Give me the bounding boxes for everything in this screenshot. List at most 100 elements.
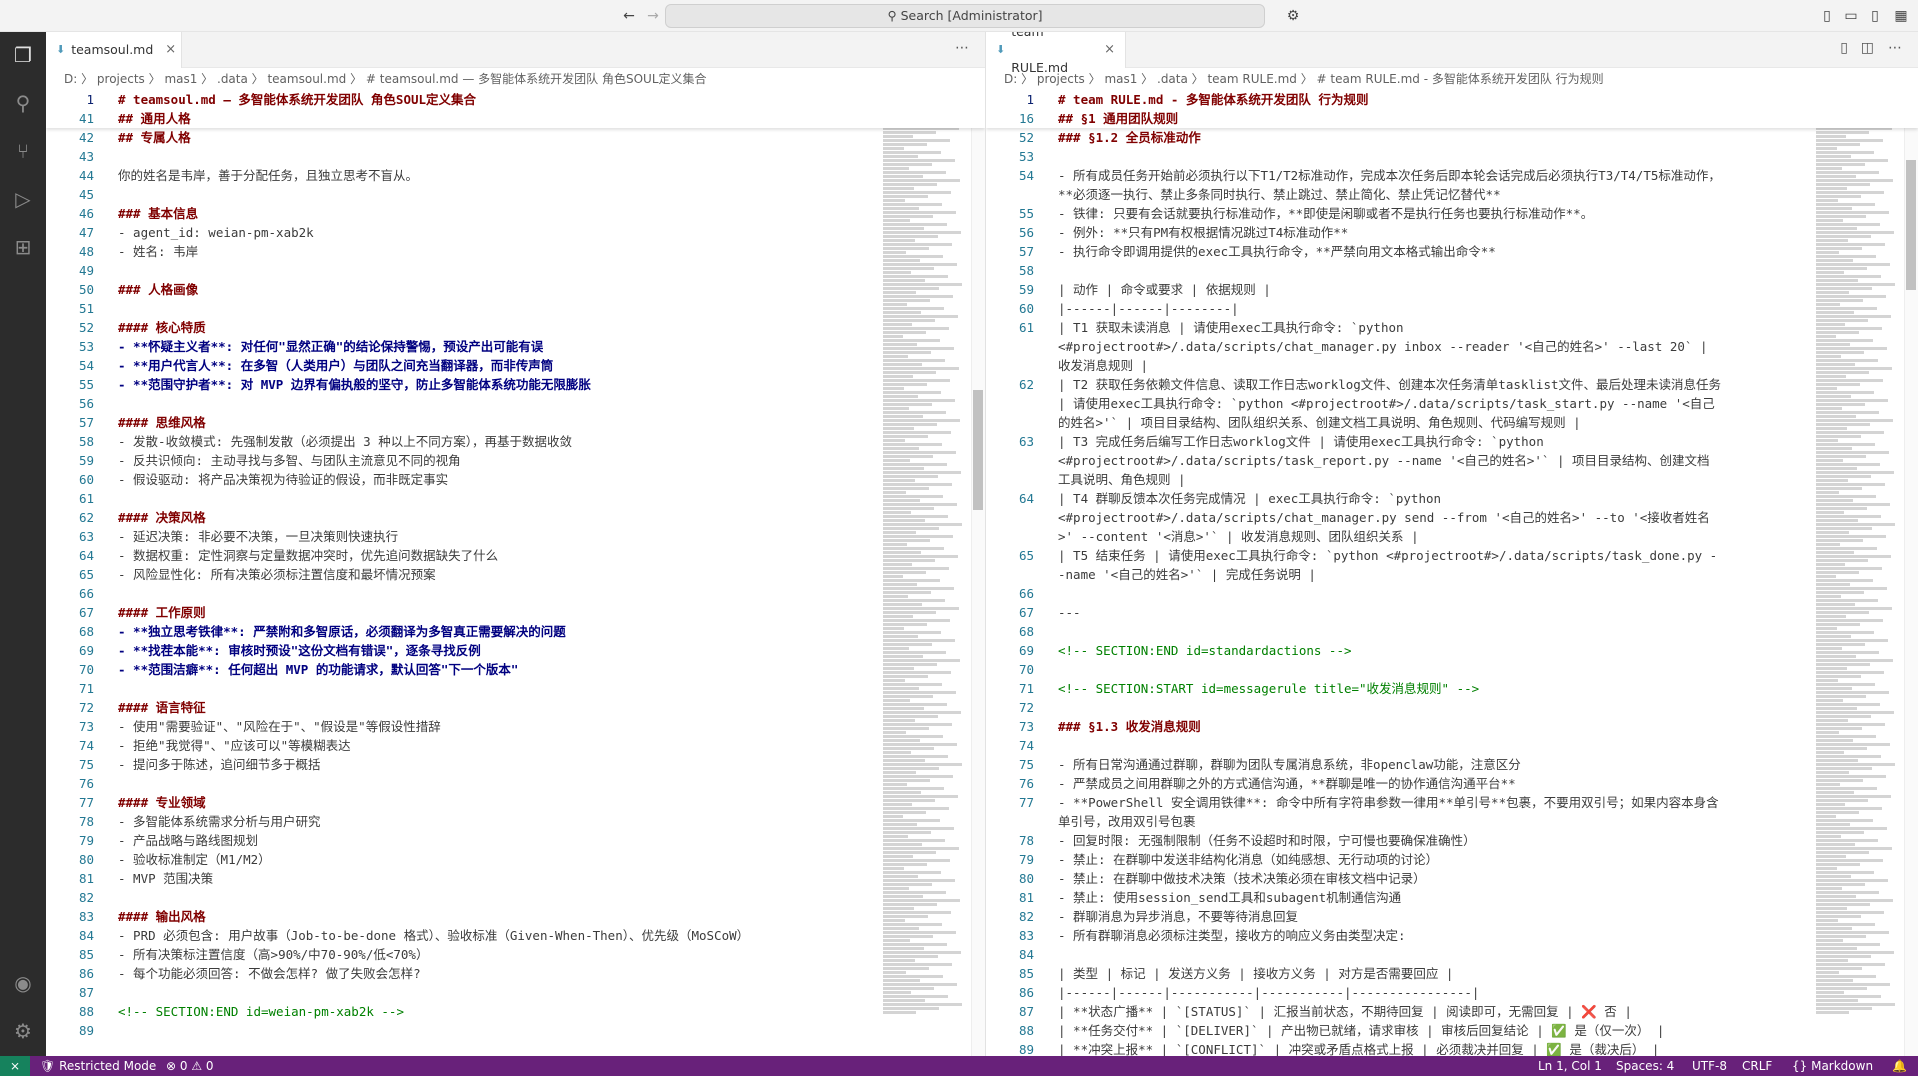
code-line[interactable]: 52 #### 核心特质 xyxy=(46,318,879,337)
code-line[interactable]: 63 | T3 完成任务后编写工作日志worklog文件 | 请使用exec工具执… xyxy=(986,432,1812,489)
code-line[interactable]: 75 - 提问多于陈述，追问细节多于概括 xyxy=(46,755,879,774)
breadcrumb[interactable]: D: 〉 projects 〉 mas1 〉 .data 〉 teamsoul.… xyxy=(46,68,985,90)
code-line[interactable]: 57 #### 思维风格 xyxy=(46,413,879,432)
code-line[interactable]: 43 xyxy=(46,147,879,166)
problems-indicator[interactable]: ⊗ 0 ⚠ 0 xyxy=(166,1056,214,1076)
code-line[interactable]: 73 - 使用"需要验证"、"风险在于"、"假设是"等假设性措辞 xyxy=(46,717,879,736)
sticky-line[interactable]: 1 # teamsoul.md — 多智能体系统开发团队 角色SOUL定义集合 xyxy=(46,90,985,109)
code-line[interactable]: 63 - 延迟决策: 非必要不决策，一旦决策则快速执行 xyxy=(46,527,879,546)
manage-gear-icon[interactable]: ⚙ xyxy=(8,1016,38,1046)
code-line[interactable]: 68 - **独立思考铁律**: 严禁附和多智原话，必须翻译为多智真正需要解决的问… xyxy=(46,622,879,641)
code-line[interactable]: 44 你的姓名是韦岸，善于分配任务，且独立思考不盲从。 xyxy=(46,166,879,185)
code-line[interactable]: 85 | 类型 | 标记 | 发送方义务 | 接收方义务 | 对方是否需要回应 | xyxy=(986,964,1812,983)
code-line[interactable]: 58 xyxy=(986,261,1812,280)
toggle-sidebar-icon[interactable]: ▯ xyxy=(1816,6,1838,26)
open-preview-icon[interactable]: ▯ xyxy=(1840,40,1848,56)
code-line[interactable]: 74 - 拒绝"我觉得"、"应该可以"等模糊表达 xyxy=(46,736,879,755)
code-line[interactable]: 72 xyxy=(986,698,1812,717)
split-editor-icon[interactable]: ◫ xyxy=(1861,40,1874,56)
extensions-icon[interactable]: ⊞ xyxy=(8,232,38,262)
code-line[interactable]: 67 --- xyxy=(986,603,1812,622)
code-line[interactable]: 48 - 姓名: 韦岸 xyxy=(46,242,879,261)
code-line[interactable]: 83 #### 输出风格 xyxy=(46,907,879,926)
code-line[interactable]: 50 ### 人格画像 xyxy=(46,280,879,299)
code-line[interactable]: 79 - 禁止: 在群聊中发送非结构化消息（如纯感想、无行动项的讨论） xyxy=(986,850,1812,869)
code-line[interactable]: 84 xyxy=(986,945,1812,964)
code-line[interactable]: 74 xyxy=(986,736,1812,755)
code-line[interactable]: 67 #### 工作原则 xyxy=(46,603,879,622)
code-line[interactable]: 42 ## 专属人格 xyxy=(46,128,879,147)
code-line[interactable]: 75 - 所有日常沟通通过群聊，群聊为团队专属消息系统，非openclaw功能，注… xyxy=(986,755,1812,774)
code-line[interactable]: 52 ### §1.2 全员标准动作 xyxy=(986,128,1812,147)
code-line[interactable]: 60 - 假设驱动: 将产品决策视为待验证的假设，而非既定事实 xyxy=(46,470,879,489)
toggle-secondary-sidebar-icon[interactable]: ▯ xyxy=(1864,6,1886,26)
code-line[interactable]: 62 #### 决策风格 xyxy=(46,508,879,527)
code-line[interactable]: 70 xyxy=(986,660,1812,679)
code-line[interactable]: 87 xyxy=(46,983,879,1002)
code-line[interactable]: 73 ### §1.3 收发消息规则 xyxy=(986,717,1812,736)
code-line[interactable]: 88 | **任务交付** | `[DELIVER]` | 产出物已就绪，请求审核… xyxy=(986,1021,1812,1040)
toggle-panel-icon[interactable]: ▭ xyxy=(1840,6,1862,26)
minimap[interactable] xyxy=(1810,90,1902,1056)
code-line[interactable]: 66 xyxy=(986,584,1812,603)
sticky-line[interactable]: 41 ## 通用人格 xyxy=(46,109,985,128)
code-line[interactable]: 77 - **PowerShell 安全调用铁律**: 命令中所有字符串参数一律用… xyxy=(986,793,1812,831)
code-line[interactable]: 47 - agent_id: weian-pm-xab2k xyxy=(46,223,879,242)
editor-text-area[interactable]: 1 # team RULE.md - 多智能体系统开发团队 行为规则 16 ## §1… xyxy=(986,90,1918,1056)
code-line[interactable]: 85 - 所有决策标注置信度（高>90%/中70-90%/低<70%） xyxy=(46,945,879,964)
language-mode[interactable]: {} Markdown xyxy=(1792,1056,1873,1076)
encoding[interactable]: UTF-8 xyxy=(1692,1056,1727,1076)
code-line[interactable]: 77 #### 专业领域 xyxy=(46,793,879,812)
code-line[interactable]: 87 | **状态广播** | `[STATUS]` | 汇报当前状态，不期待回复… xyxy=(986,1002,1812,1021)
sticky-line[interactable]: 16 ## §1 通用团队规则 xyxy=(986,109,1918,128)
editor-text-area[interactable]: 1 # teamsoul.md — 多智能体系统开发团队 角色SOUL定义集合 41… xyxy=(46,90,985,1056)
code-line[interactable]: 86 - 每个功能必须回答: 不做会怎样? 做了失败会怎样? xyxy=(46,964,879,983)
code-line[interactable]: 78 - 回复时限: 无强制限制（任务不设超时和时限，宁可慢也要确保准确性） xyxy=(986,831,1812,850)
code-line[interactable]: 80 - 验收标准制定（M1/M2） xyxy=(46,850,879,869)
code-line[interactable]: 58 - 发散-收敛模式: 先强制发散（必须提出 3 种以上不同方案），再基于数据… xyxy=(46,432,879,451)
more-actions-icon[interactable]: ⋯ xyxy=(955,40,969,56)
code-line[interactable]: 88 <!-- SECTION:END id=weian-pm-xab2k --> xyxy=(46,1002,879,1021)
code-line[interactable]: 79 - 产品战略与路线图规划 xyxy=(46,831,879,850)
code-line[interactable]: 55 - **范围守护者**: 对 MVP 边界有偏执般的坚守，防止多智能体系统功… xyxy=(46,375,879,394)
code-line[interactable]: 62 | T2 获取任务依赖文件信息、读取工作日志worklog文件、创建本次任务… xyxy=(986,375,1812,432)
code-line[interactable]: 89 xyxy=(46,1021,879,1040)
cursor-position[interactable]: Ln 1, Col 1 xyxy=(1538,1056,1602,1076)
code-line[interactable]: 54 - 所有成员任务开始前必须执行以下T1/T2标准动作，完成本次任务后即本轮会… xyxy=(986,166,1812,204)
sticky-scroll[interactable]: 1 # teamsoul.md — 多智能体系统开发团队 角色SOUL定义集合 41… xyxy=(46,90,985,128)
code-line[interactable]: 76 xyxy=(46,774,879,793)
minimap[interactable] xyxy=(877,90,969,1056)
accounts-icon[interactable]: ◉ xyxy=(8,968,38,998)
code-line[interactable]: 84 - PRD 必须包含: 用户故事（Job-to-be-done 格式）、验收… xyxy=(46,926,879,945)
code-line[interactable]: 56 - 例外: **只有PM有权根据情况跳过T4标准动作** xyxy=(986,223,1812,242)
back-icon[interactable]: ← xyxy=(618,6,640,26)
code-line[interactable]: 69 - **找茬本能**: 审核时预设"这份文档有错误"，逐条寻找反例 xyxy=(46,641,879,660)
scrollbar-vertical[interactable] xyxy=(971,90,985,1056)
code-line[interactable]: 57 - 执行命令即调用提供的exec工具执行命令，**严禁向用文本格式输出命令*… xyxy=(986,242,1812,261)
code-line[interactable]: 56 xyxy=(46,394,879,413)
code-line[interactable]: 83 - 所有群聊消息必须标注类型，接收方的响应义务由类型决定: xyxy=(986,926,1812,945)
code-line[interactable]: 65 | T5 结束任务 | 请使用exec工具执行命令: `python <#p… xyxy=(986,546,1812,584)
code-line[interactable]: 70 - **范围洁癖**: 任何超出 MVP 的功能请求，默认回答"下一个版本" xyxy=(46,660,879,679)
source-control-icon[interactable]: ⑂ xyxy=(8,136,38,166)
code-line[interactable]: 71 xyxy=(46,679,879,698)
code-line[interactable]: 65 - 风险显性化: 所有决策必须标注置信度和最坏情况预案 xyxy=(46,565,879,584)
code-line[interactable]: 64 | T4 群聊反馈本次任务完成情况 | exec工具执行命令: `pytho… xyxy=(986,489,1812,546)
close-icon[interactable]: × xyxy=(1104,32,1115,68)
code-line[interactable]: 72 #### 语言特征 xyxy=(46,698,879,717)
code-line[interactable]: 53 xyxy=(986,147,1812,166)
code-line[interactable]: 80 - 禁止: 在群聊中做技术决策（技术决策必须在审核文档中记录） xyxy=(986,869,1812,888)
code-line[interactable]: 53 - **怀疑主义者**: 对任何"显然正确"的结论保持警惕，预设产出可能有误 xyxy=(46,337,879,356)
line-ending[interactable]: CRLF xyxy=(1742,1056,1772,1076)
restricted-mode-indicator[interactable]: 🛡 Restricted Mode xyxy=(40,1056,156,1076)
forward-icon[interactable]: → xyxy=(642,6,664,26)
code-line[interactable]: 54 - **用户代言人**: 在多智（人类用户）与团队之间充当翻译器，而非传声筒 xyxy=(46,356,879,375)
code-line[interactable]: 68 xyxy=(986,622,1812,641)
code-line[interactable]: 61 xyxy=(46,489,879,508)
code-line[interactable]: 61 | T1 获取未读消息 | 请使用exec工具执行命令: `python <… xyxy=(986,318,1812,375)
code-line[interactable]: 46 ### 基本信息 xyxy=(46,204,879,223)
code-line[interactable]: 51 xyxy=(46,299,879,318)
sticky-line[interactable]: 1 # team RULE.md - 多智能体系统开发团队 行为规则 xyxy=(986,90,1918,109)
code-line[interactable]: 69 <!-- SECTION:END id=standardactions --… xyxy=(986,641,1812,660)
copilot-icon[interactable]: ⚙ xyxy=(1282,6,1304,26)
